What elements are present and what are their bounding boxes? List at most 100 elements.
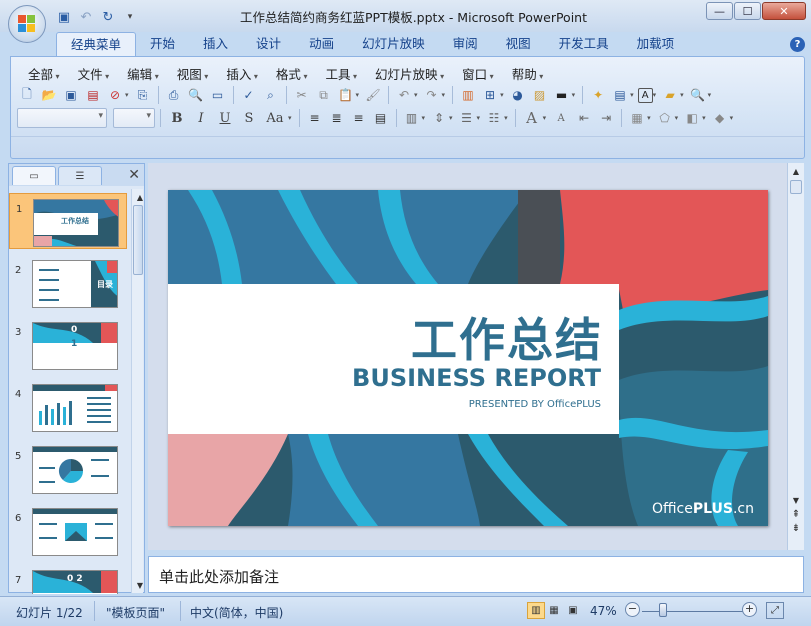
slides-pane-scrollbar[interactable]: ▲ ▼ [131,189,143,593]
scroll-up-icon[interactable]: ▲ [789,164,803,178]
copy-icon[interactable]: ⧉ [314,85,334,105]
new-slide-icon[interactable]: ✦ [588,85,608,105]
menu-file[interactable]: 文件 [69,64,119,83]
menu-all[interactable]: 全部 [19,64,69,83]
zoom-level[interactable]: 47% [590,604,617,618]
slide-thumbnail-4[interactable]: 4 [9,379,127,435]
close-button[interactable]: ✕ [762,2,806,20]
open-icon[interactable]: 📂 [39,85,59,105]
save-as-pdf-icon[interactable]: ▤ [83,85,103,105]
slide-subtitle[interactable]: PRESENTED BY OfficePLUS [469,399,601,410]
tab-home[interactable]: 开始 [136,32,189,56]
align-center-icon[interactable]: ≣ [327,108,347,128]
spelling-icon[interactable]: ✓ [239,85,259,105]
help-icon[interactable]: ? [790,37,805,52]
layout-icon[interactable]: ▤ [610,85,630,105]
scroll-down-icon[interactable]: ▼ [133,578,147,592]
language-indicator[interactable]: 中文(简体，中国) [190,604,283,621]
slide-thumbnail-5[interactable]: 5 [9,441,127,497]
print-preview-icon[interactable]: 🔍 [186,85,206,105]
slide-thumbnail-6[interactable]: 6 [9,503,127,559]
maximize-button[interactable]: ☐ [734,2,761,20]
text-box-icon[interactable]: A [637,87,653,103]
font-grow-button[interactable]: A [521,108,543,128]
print-icon[interactable]: ⎙ [164,85,184,105]
text-direction-icon[interactable]: ⇕ [429,108,449,128]
office-button[interactable] [8,5,46,43]
fill-color-icon[interactable]: ▰ [660,85,680,105]
close-pane-icon[interactable]: ✕ [128,167,140,183]
notes-placeholder[interactable]: 单击此处添加备注 [159,566,279,587]
menu-tools[interactable]: 工具 [316,64,366,83]
notes-pane[interactable]: 单击此处添加备注 [148,556,804,593]
cut-icon[interactable]: ✂ [292,85,312,105]
shape-fill-icon[interactable]: ◆ [710,108,730,128]
editor-scrollbar[interactable]: ▲ ▼ ⇞ ⇟ [787,163,804,550]
align-left-icon[interactable]: ≡ [305,108,325,128]
menu-view[interactable]: 视图 [168,64,218,83]
tab-developer[interactable]: 开发工具 [545,32,623,56]
new-icon[interactable]: 🗋 [17,85,37,105]
scroll-thumb[interactable] [133,205,143,275]
menu-insert[interactable]: 插入 [217,64,267,83]
tab-animations[interactable]: 动画 [295,32,348,56]
fit-to-window-icon[interactable]: ⤢ [766,602,784,619]
slide-thumbnail-7[interactable]: 7 0 2 [9,565,127,594]
slide-title-english[interactable]: BUSINESS REPORT [352,364,601,392]
save-icon[interactable]: ▣ [56,9,72,25]
columns-icon[interactable]: ▥ [402,108,422,128]
change-case-button[interactable]: Aa [262,108,288,128]
title-placeholder[interactable]: 工作总结 BUSINESS REPORT PRESENTED BY Office… [168,284,619,434]
line-color-icon[interactable]: ▬ [552,85,572,105]
tab-review[interactable]: 审阅 [439,32,492,56]
font-size-combo[interactable] [113,108,155,128]
tab-view[interactable]: 视图 [492,32,545,56]
previous-slide-icon[interactable]: ⇞ [789,507,803,521]
menu-slide-show[interactable]: 幻灯片放映 [366,64,453,83]
slides-tab[interactable]: ▭ [12,166,56,185]
increase-indent-icon[interactable]: ⇥ [596,108,616,128]
clip-art-icon[interactable]: ◕ [508,85,528,105]
slide-show-icon[interactable]: ▣ [564,602,582,619]
tab-classic-menu[interactable]: 经典菜单 [56,32,137,56]
undo-icon[interactable]: ↶ [394,85,414,105]
scroll-thumb[interactable] [790,180,802,194]
next-slide-icon[interactable]: ⇟ [789,521,803,535]
align-right-icon[interactable]: ≡ [349,108,369,128]
undo-icon[interactable]: ↶ [78,9,94,25]
scroll-down-icon[interactable]: ▼ [789,493,803,507]
picture-icon[interactable]: ▨ [530,85,550,105]
find-icon[interactable]: 🔍 [688,85,708,105]
bold-button[interactable]: B [166,108,188,128]
table-icon[interactable]: ⊞ [480,85,500,105]
redo-icon[interactable]: ↷ [422,85,442,105]
tab-design[interactable]: 设计 [242,32,295,56]
menu-help[interactable]: 帮助 [503,64,553,83]
decrease-indent-icon[interactable]: ⇤ [574,108,594,128]
outline-tab[interactable]: ☰ [58,166,102,185]
menu-window[interactable]: 窗口 [453,64,503,83]
permission-icon[interactable]: ⊘ [105,85,125,105]
shadow-button[interactable]: S [238,108,260,128]
zoom-out-button[interactable]: − [625,602,640,617]
justify-icon[interactable]: ▤ [371,108,391,128]
customize-icon[interactable]: ▾ [122,9,138,25]
normal-view-icon[interactable]: ▥ [527,602,545,619]
shapes-icon[interactable]: ⬠ [655,108,675,128]
tab-add-ins[interactable]: 加载项 [623,32,689,56]
zoom-slider[interactable] [642,611,748,612]
quick-styles-icon[interactable]: ◧ [682,108,702,128]
redo-icon[interactable]: ↻ [100,9,116,25]
slide-sorter-icon[interactable]: ▦ [545,602,563,619]
research-icon[interactable]: ⌕ [261,85,281,105]
page-setup-icon[interactable]: ▭ [208,85,228,105]
scroll-up-icon[interactable]: ▲ [133,190,147,204]
zoom-slider-thumb[interactable] [659,603,667,617]
numbering-icon[interactable]: ☰ [457,108,477,128]
underline-button[interactable]: U [214,108,236,128]
publish-icon[interactable]: ⎘ [133,85,153,105]
slide-title-chinese[interactable]: 工作总结 [411,304,603,370]
menu-format[interactable]: 格式 [267,64,317,83]
chart-icon[interactable]: ▥ [458,85,478,105]
font-shrink-button[interactable]: A [550,108,572,128]
